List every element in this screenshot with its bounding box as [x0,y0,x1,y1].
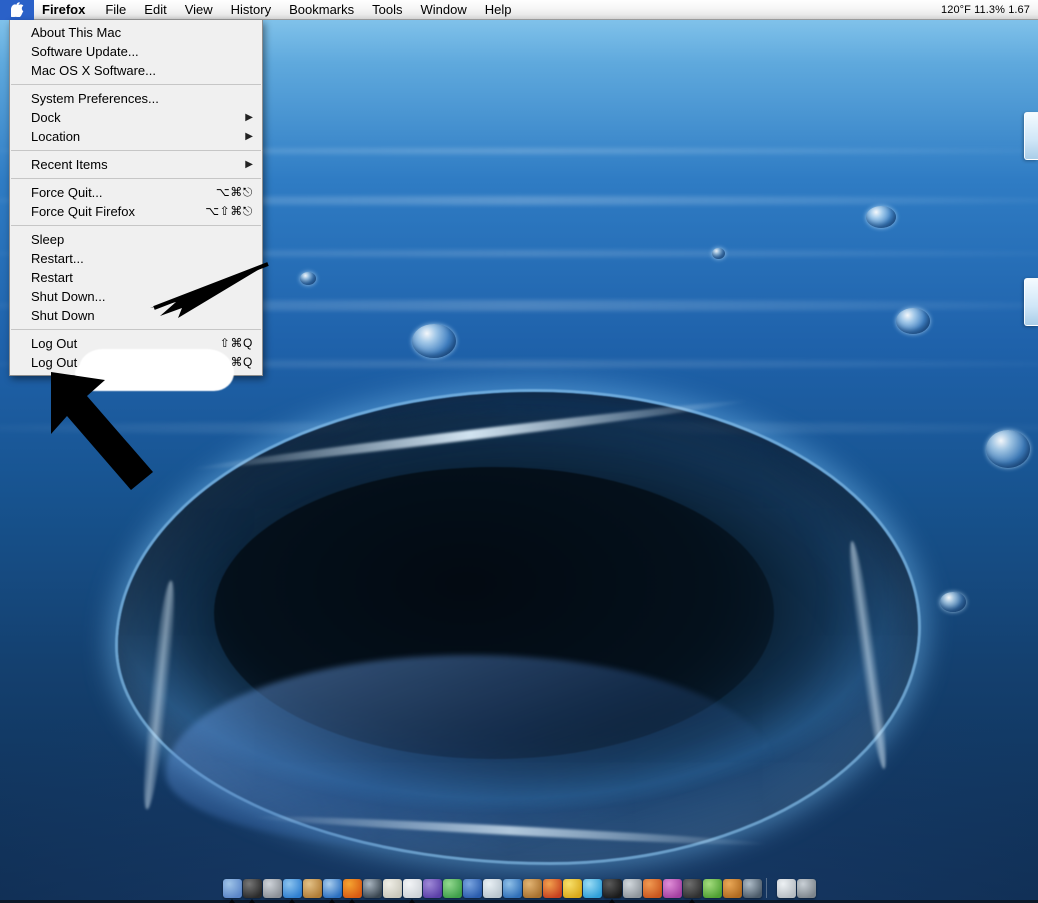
apple-menu-item-label: Mac OS X Software... [31,61,156,80]
dock-icon-dvd-player[interactable] [243,879,262,898]
apple-menu-item-label: Restart... [31,249,84,268]
dock-icon-system-prefs[interactable] [263,879,282,898]
dock-icon-trash[interactable] [797,879,816,898]
dock-icon-terminal[interactable] [603,879,622,898]
dock-icon-firefox[interactable] [343,879,362,898]
dock-icon-mail[interactable] [403,879,422,898]
menu-item-file[interactable]: File [96,0,135,20]
dock-icon-utility[interactable] [363,879,382,898]
apple-menu-item-label: Location [31,127,80,146]
dock-icon-tools[interactable] [723,879,742,898]
menu-app-name[interactable]: Firefox [34,0,96,20]
dock-icon-display[interactable] [683,879,702,898]
menu-separator [11,84,261,85]
menu-separator [11,178,261,179]
water-droplet [300,272,316,285]
dock-separator [766,878,773,898]
dock-icon-notes[interactable] [383,879,402,898]
dock-icon-sherlock[interactable] [503,879,522,898]
menu-item-help[interactable]: Help [476,0,521,20]
apple-menu-item-about-this-mac[interactable]: About This Mac [10,23,262,42]
dock-icon-printer-setup[interactable] [623,879,642,898]
menu-item-window[interactable]: Window [412,0,476,20]
menu-item-view[interactable]: View [176,0,222,20]
dock-icon-address-book[interactable] [303,879,322,898]
menu-separator [11,329,261,330]
menu-item-shortcut: ⇧⌘Q [220,334,253,353]
water-droplet [412,324,456,358]
dock[interactable] [0,874,1038,900]
menu-item-shortcut: ⌥⌘⎋ [216,183,253,202]
apple-menu-item-force-quit-firefox[interactable]: Force Quit Firefox ⌥⇧⌘⎋ [10,202,262,221]
menu-bar-status-text: 120°F 11.3% 1.67 [941,4,1038,16]
apple-menu-item-label: Shut Down... [31,287,105,306]
dock-icon-photo-app[interactable] [523,879,542,898]
dock-icon-internet-explorer[interactable] [423,879,442,898]
chevron-right-icon: ▶ [245,132,253,142]
apple-menu-item-software-update[interactable]: Software Update... [10,42,262,61]
water-droplet [712,248,725,259]
menu-item-history[interactable]: History [222,0,280,20]
apple-menu-item-label: Log Out [31,334,77,353]
apple-menu-item-label: Software Update... [31,42,139,61]
desktop-item-edge[interactable] [1024,112,1038,160]
apple-menu-item-location[interactable]: Location ▶ [10,127,262,146]
apple-menu-item-label: Dock [31,108,61,127]
dock-icon-smiley[interactable] [563,879,582,898]
menu-item-tools[interactable]: Tools [363,0,411,20]
menu-separator [11,225,261,226]
arrow-pointing-to-log-out [45,368,165,493]
dock-icon-paint[interactable] [663,879,682,898]
dock-icon-preview[interactable] [483,879,502,898]
dock-icon-ms-office[interactable] [543,879,562,898]
apple-menu-item-label: Force Quit Firefox [31,202,135,221]
apple-menu-item-recent-items[interactable]: Recent Items ▶ [10,155,262,174]
apple-menu-item-system-preferences[interactable]: System Preferences... [10,89,262,108]
apple-menu-item-sleep[interactable]: Sleep [10,230,262,249]
apple-menu-item-label: System Preferences... [31,89,159,108]
chevron-right-icon: ▶ [245,160,253,170]
apple-menu-item-label: Restart [31,268,73,287]
dock-icon-finder[interactable] [223,879,242,898]
menu-item-edit[interactable]: Edit [135,0,175,20]
dock-icon-itunes[interactable] [443,879,462,898]
dock-icon-help-viewer[interactable] [643,879,662,898]
water-droplet [986,430,1030,468]
menu-item-shortcut: ⌥⇧⌘⎋ [205,202,253,221]
apple-menu-item-label: About This Mac [31,23,121,42]
dock-icon-safari[interactable] [323,879,342,898]
dock-icon-skype[interactable] [583,879,602,898]
apple-menu-item-label: Sleep [31,230,64,249]
dock-icon-network[interactable] [743,879,762,898]
dock-icon-chat[interactable] [283,879,302,898]
apple-menu-button[interactable] [0,0,34,20]
water-droplet [940,592,966,612]
dock-icon-battery[interactable] [703,879,722,898]
dock-icon-word[interactable] [463,879,482,898]
apple-menu-item-label: Recent Items [31,155,108,174]
apple-menu-item-label: Force Quit... [31,183,103,202]
apple-menu-item-label: Shut Down [31,306,95,325]
apple-menu-item-dock[interactable]: Dock ▶ [10,108,262,127]
apple-menu-item-mac-os-x-software[interactable]: Mac OS X Software... [10,61,262,80]
dock-icon-lamp[interactable] [777,879,796,898]
apple-logo-icon [11,2,24,17]
arrow-pointing-to-shut-down [120,262,270,324]
chevron-right-icon: ▶ [245,113,253,123]
desktop-item-edge[interactable] [1024,278,1038,326]
apple-menu-item-force-quit[interactable]: Force Quit... ⌥⌘⎋ [10,183,262,202]
menu-separator [11,150,261,151]
menu-bar[interactable]: Firefox File Edit View History Bookmarks… [0,0,1038,20]
menu-item-bookmarks[interactable]: Bookmarks [280,0,363,20]
water-droplet [896,308,930,334]
water-droplet [866,206,896,228]
